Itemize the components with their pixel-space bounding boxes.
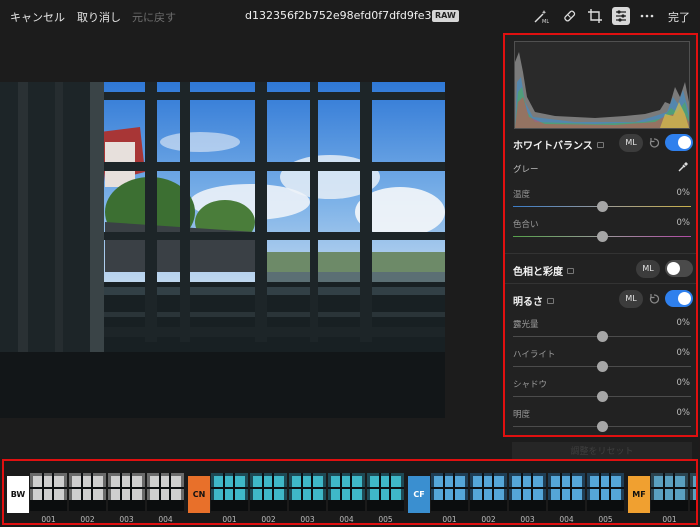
divider [505,283,696,284]
adjust-sliders-icon[interactable] [612,7,630,25]
preset-label: 001 [41,515,56,524]
tint-slider[interactable] [513,231,691,242]
lock-icon [596,142,604,148]
healing-brush-icon[interactable] [560,7,578,25]
highlights-label: ハイライト [513,350,556,360]
brightness-title[interactable]: 明るさ [513,293,554,308]
divider [505,253,696,254]
preset-thumbnail[interactable] [328,473,365,511]
editor-app: キャンセル 取り消し 元に戻す d132356f2b752e98efd0f7df… [0,0,700,527]
preset-label: 001 [662,515,677,524]
white-balance-title[interactable]: ホワイトバランス [513,137,604,152]
lightness-slider[interactable] [513,421,691,432]
preset-label: 004 [559,515,574,524]
brightness-ml-button[interactable]: ML [619,290,643,308]
shadows-slider-thumb[interactable] [597,391,608,402]
preset-label: 004 [158,515,173,524]
tint-value: 0% [676,218,691,228]
crop-icon[interactable] [586,7,604,25]
exposure-value: 0% [676,318,691,328]
temperature-slider-thumb[interactable] [597,201,608,212]
reset-icon[interactable] [648,293,660,305]
exposure-label: 露光量 [513,320,539,330]
white-balance-ml-button[interactable]: ML [619,134,643,152]
preset-thumbnail[interactable] [108,473,145,511]
adjustment-panel: ホワイトバランス ML グレー 温度 0% 色合い 0% 色相と彩度 ML 明る… [503,33,698,437]
brightness-toggle[interactable] [665,290,693,307]
preset-thumbnail[interactable] [587,473,624,511]
gray-label: グレー [513,165,539,175]
histogram [514,41,690,129]
hue-saturation-toggle[interactable] [665,260,693,277]
lightness-label: 明度 [513,410,531,420]
done-button[interactable]: 完了 [668,9,690,25]
temperature-value: 0% [676,188,691,198]
undo-button[interactable]: 取り消し [77,9,121,25]
preset-thumbnail[interactable] [69,473,106,511]
shadows-value: 0% [676,378,691,388]
preset-label: 003 [520,515,535,524]
preset-thumbnail[interactable] [211,473,248,511]
tint-slider-thumb[interactable] [597,231,608,242]
hue-saturation-ml-button[interactable]: ML [636,260,660,278]
hue-saturation-title[interactable]: 色相と彩度 [513,263,574,278]
preset-thumbnail[interactable] [431,473,468,511]
cancel-button[interactable]: キャンセル [10,9,65,25]
preset-label: 001 [442,515,457,524]
raw-badge: RAW [432,10,459,22]
preset-category-cn[interactable]: CN [188,476,210,513]
file-title: d132356f2b752e98efd0f7dfd9fe3568 [245,9,453,22]
preset-thumbnail[interactable] [289,473,326,511]
lightness-slider-thumb[interactable] [597,421,608,432]
more-icon[interactable] [638,7,656,25]
shadows-slider[interactable] [513,391,691,402]
preset-thumbnail[interactable] [147,473,184,511]
exposure-slider[interactable] [513,331,691,342]
eyedropper-icon[interactable] [677,161,689,173]
preset-label: 002 [261,515,276,524]
tint-label: 色合い [513,220,539,230]
preset-category-mf[interactable]: MF [628,476,650,513]
preset-label: 002 [481,515,496,524]
preset-label: 003 [119,515,134,524]
preset-thumbnail[interactable] [367,473,404,511]
preset-label: 001 [222,515,237,524]
preset-thumbnail[interactable] [470,473,507,511]
preset-thumbnail[interactable] [30,473,67,511]
preset-category-cf[interactable]: CF [408,476,430,513]
preset-label: 004 [339,515,354,524]
highlights-value: 0% [676,348,691,358]
highlights-slider[interactable] [513,361,691,372]
preset-thumbnail[interactable] [509,473,546,511]
temperature-slider[interactable] [513,201,691,212]
preset-label: 003 [300,515,315,524]
highlights-slider-thumb[interactable] [597,361,608,372]
top-toolbar: キャンセル 取り消し 元に戻す d132356f2b752e98efd0f7df… [0,0,700,32]
preset-thumbnail[interactable] [690,473,696,511]
lock-icon [567,268,574,274]
exposure-slider-thumb[interactable] [597,331,608,342]
white-balance-toggle[interactable] [665,134,693,151]
lightness-value: 0% [676,408,691,418]
preset-thumbnail[interactable] [548,473,585,511]
lock-icon [547,298,554,304]
photo-canvas[interactable] [0,82,445,418]
preset-thumbnail[interactable] [651,473,688,511]
preset-filmstrip[interactable]: BW 001 002 003 004 CN 001 002 003 004 005 CF 001 002 0… [2,459,698,525]
preset-category-bw[interactable]: BW [7,476,29,513]
preset-label: 002 [80,515,95,524]
reset-icon[interactable] [648,137,660,149]
svg-text:ML: ML [542,19,549,24]
shadows-label: シャドウ [513,380,548,390]
temperature-label: 温度 [513,190,531,200]
preset-label: 005 [598,515,613,524]
preset-thumbnail[interactable] [250,473,287,511]
preset-label: 005 [378,515,393,524]
redo-button[interactable]: 元に戻す [132,9,176,25]
preset-label: 002 [690,515,696,523]
auto-ml-icon[interactable]: ML [532,7,550,25]
